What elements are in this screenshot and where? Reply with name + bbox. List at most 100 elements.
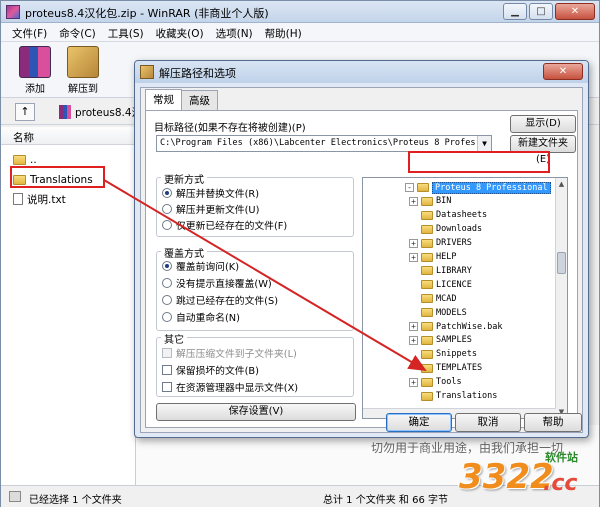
- checkbox[interactable]: [162, 382, 172, 392]
- tree-item[interactable]: + PatchWise.bak: [409, 320, 503, 333]
- tree-item[interactable]: Translations: [409, 390, 497, 403]
- menu-options[interactable]: 选项(N): [211, 23, 260, 41]
- radio-button[interactable]: [162, 220, 172, 230]
- expand-icon[interactable]: +: [409, 322, 418, 331]
- expand-icon[interactable]: +: [409, 196, 418, 206]
- chevron-up-icon[interactable]: ▲: [556, 178, 567, 190]
- menu-favorites[interactable]: 收藏夹(O): [151, 23, 211, 41]
- tree-item-label: Datasheets: [436, 210, 488, 221]
- menubar: 文件(F) 命令(C) 工具(S) 收藏夹(O) 选项(N) 帮助(H): [1, 23, 599, 42]
- tree-item[interactable]: LIBRARY: [409, 264, 472, 277]
- extract-folder-icon: [140, 65, 154, 79]
- extract-options-dialog: 解压路径和选项 ✕ 常规 高级 目标路径(如果不存在将被创建)(P) C:\Pr…: [134, 60, 589, 438]
- cancel-button[interactable]: 取消: [455, 413, 521, 432]
- radio-ask-before-overwrite[interactable]: 覆盖前询问(K): [162, 259, 239, 273]
- radio-auto-rename[interactable]: 自动重命名(N): [162, 310, 240, 324]
- main-titlebar[interactable]: proteus8.4汉化包.zip - WinRAR (非商业个人版) ▁ □ …: [1, 1, 599, 23]
- option-label: 自动重命名(N): [176, 313, 240, 324]
- tree-item[interactable]: TEMPLATES: [409, 362, 482, 375]
- radio-button[interactable]: [162, 261, 172, 271]
- radio-button[interactable]: [162, 188, 172, 198]
- tree-item[interactable]: + BIN: [409, 195, 451, 208]
- option-label: 仅更新已经存在的文件(F): [176, 221, 288, 232]
- status-total: 总计 1 个文件夹 和 66 字节: [323, 495, 448, 506]
- tree-item[interactable]: MCAD: [409, 292, 456, 305]
- watermark-number: 3322: [459, 457, 554, 497]
- tree-item[interactable]: + HELP: [409, 251, 456, 264]
- tree-item-label: LIBRARY: [436, 265, 472, 276]
- show-button[interactable]: 显示(D): [510, 115, 576, 133]
- update-mode-group: 更新方式 解压并替换文件(R) 解压并更新文件(U) 仅更新已经存在的文件(F): [156, 171, 354, 237]
- folder-icon: [421, 391, 433, 401]
- add-button[interactable]: 添加: [13, 46, 57, 95]
- tree-item[interactable]: - Proteus 8 Professional: [405, 181, 551, 194]
- folder-icon: [421, 224, 433, 234]
- dialog-close-button[interactable]: ✕: [543, 63, 583, 80]
- column-header-name[interactable]: 名称: [1, 127, 135, 145]
- destination-path-label: 目标路径(如果不存在将被创建)(P): [154, 123, 306, 134]
- maximize-button[interactable]: □: [529, 3, 553, 20]
- annotation-highlight-translations: [10, 166, 105, 188]
- radio-extract-update[interactable]: 解压并更新文件(U): [162, 202, 259, 216]
- menu-help[interactable]: 帮助(H): [260, 23, 309, 41]
- scroll-thumb[interactable]: [557, 252, 566, 274]
- folder-icon: [13, 155, 26, 165]
- radio-button[interactable]: [162, 312, 172, 322]
- tree-item[interactable]: + SAMPLES: [409, 334, 472, 347]
- tree-vertical-scrollbar[interactable]: ▲ ▼: [555, 178, 567, 418]
- tree-item[interactable]: + Tools: [409, 376, 462, 389]
- menu-file[interactable]: 文件(F): [7, 23, 54, 41]
- minimize-button[interactable]: ▁: [503, 3, 527, 20]
- tree-item-label: LICENCE: [436, 279, 472, 290]
- dialog-titlebar[interactable]: 解压路径和选项 ✕: [135, 61, 588, 83]
- expand-icon[interactable]: +: [409, 377, 418, 387]
- menu-tools[interactable]: 工具(S): [103, 23, 151, 41]
- tree-item[interactable]: Snippets: [409, 348, 477, 361]
- radio-extract-replace[interactable]: 解压并替换文件(R): [162, 186, 259, 200]
- radio-skip-existing[interactable]: 跳过已经存在的文件(S): [162, 293, 278, 307]
- destination-path-combobox[interactable]: C:\Program Files (x86)\Labcenter Electro…: [156, 135, 492, 152]
- folder-icon: [421, 322, 433, 331]
- radio-overwrite-without-prompt[interactable]: 没有提示直接覆盖(W): [162, 276, 272, 290]
- tree-item[interactable]: Downloads: [409, 223, 482, 236]
- checkbox[interactable]: [162, 365, 172, 375]
- tree-item-label: Snippets: [436, 349, 477, 360]
- up-folder-button[interactable]: ↑: [15, 103, 35, 121]
- tree-item-label: TEMPLATES: [436, 363, 483, 374]
- tab-advanced[interactable]: 高级: [181, 90, 218, 112]
- winrar-app-icon: [6, 5, 20, 19]
- check-extract-to-subfolders[interactable]: 解压压缩文件到子文件夹(L): [162, 346, 297, 360]
- collapse-icon[interactable]: -: [405, 183, 414, 192]
- tree-item[interactable]: + DRIVERS: [409, 237, 472, 250]
- check-keep-broken-files[interactable]: 保留损坏的文件(B): [162, 363, 259, 377]
- tree-item[interactable]: Datasheets: [409, 209, 487, 222]
- save-settings-button[interactable]: 保存设置(V): [156, 403, 356, 421]
- checkbox[interactable]: [162, 348, 172, 358]
- folder-icon: [417, 183, 429, 192]
- menu-commands[interactable]: 命令(C): [54, 23, 103, 41]
- radio-button[interactable]: [162, 278, 172, 288]
- radio-fresh-existing[interactable]: 仅更新已经存在的文件(F): [162, 218, 287, 232]
- file-name: ..: [30, 154, 37, 166]
- radio-button[interactable]: [162, 204, 172, 214]
- tree-item[interactable]: MODELS: [409, 306, 467, 319]
- expand-icon[interactable]: +: [409, 238, 418, 248]
- help-button[interactable]: 帮助: [524, 413, 582, 432]
- expand-icon[interactable]: +: [409, 252, 418, 262]
- check-show-in-explorer[interactable]: 在资源管理器中显示文件(X): [162, 380, 298, 394]
- radio-button[interactable]: [162, 295, 172, 305]
- chevron-down-icon[interactable]: ▼: [477, 136, 491, 151]
- update-mode-title: 更新方式: [161, 171, 207, 186]
- text-file-icon: [13, 193, 23, 205]
- expand-icon[interactable]: +: [409, 335, 418, 345]
- tab-general[interactable]: 常规: [145, 89, 182, 111]
- file-row-readme[interactable]: 说明.txt: [13, 191, 66, 207]
- tree-item[interactable]: LICENCE: [409, 278, 472, 291]
- close-button[interactable]: ✕: [555, 3, 595, 20]
- ok-button[interactable]: 确定: [386, 413, 452, 432]
- archive-path[interactable]: proteus8.4汉: [75, 105, 142, 120]
- extract-to-button[interactable]: 解压到: [61, 46, 105, 95]
- file-name: 说明.txt: [27, 193, 66, 206]
- folder-icon: [421, 280, 433, 290]
- archive-books-icon: [19, 46, 51, 78]
